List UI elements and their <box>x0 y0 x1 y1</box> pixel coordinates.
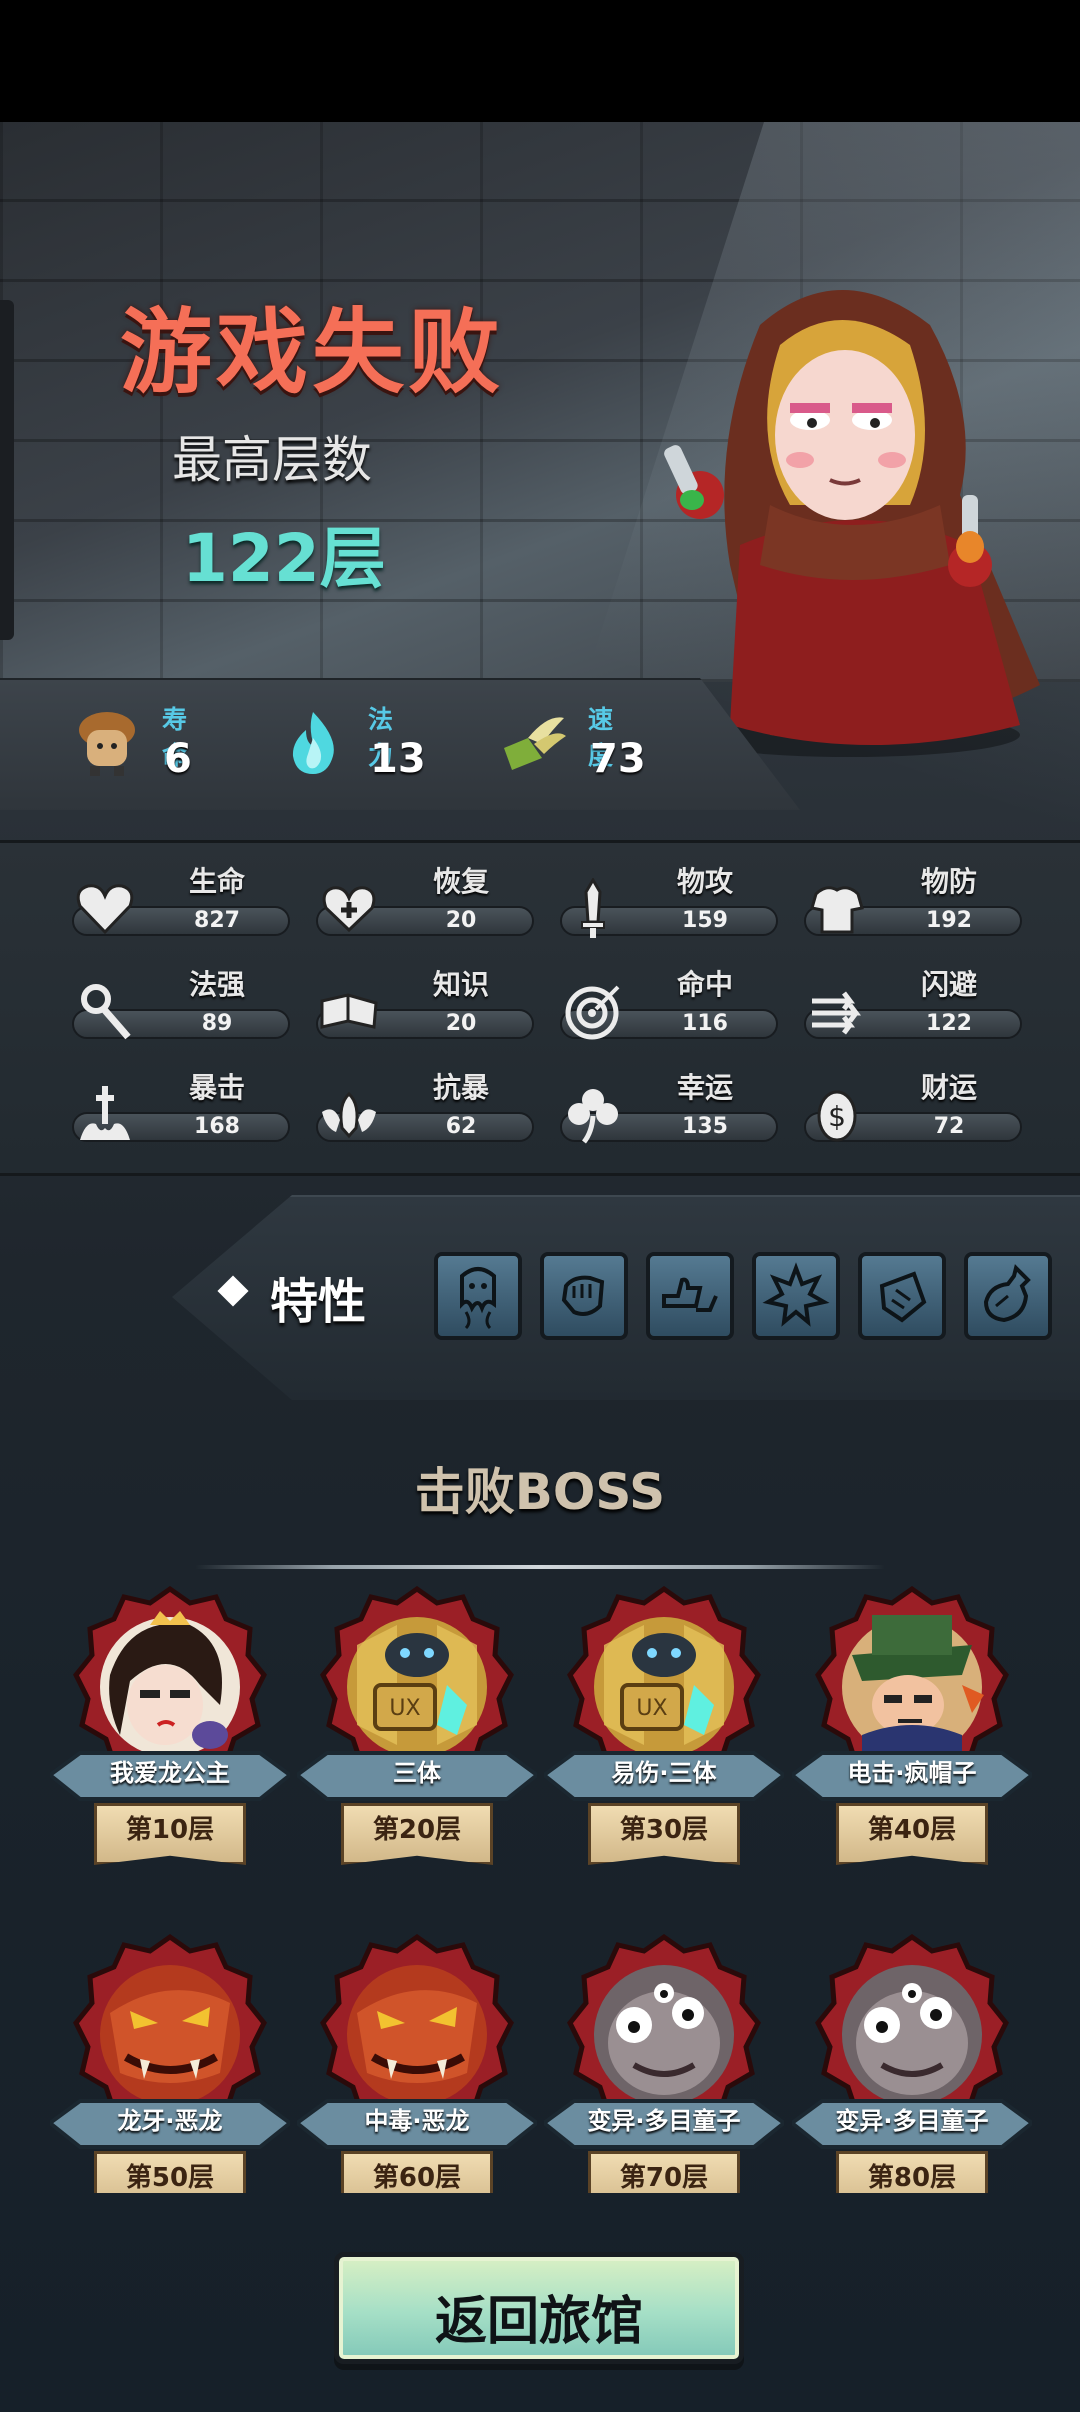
boss-card[interactable]: 中毒·恶龙 第60层 <box>297 1933 537 2193</box>
boss-floor: 第50层 <box>125 2163 215 2193</box>
svg-text:UX: UX <box>636 1696 667 1721</box>
return-button-label: 返回旅馆 <box>434 2292 643 2352</box>
stat-critical: 暴击 168 <box>72 1066 292 1146</box>
max-floor-value: 122层 <box>182 520 386 597</box>
stat-value: 72 <box>933 1114 965 1139</box>
stat-label: 知识 <box>432 968 489 1001</box>
game-over-title: 游戏失败 <box>120 299 505 406</box>
boss-floor: 第70层 <box>619 2163 709 2193</box>
boss-card[interactable]: 电击·疯帽子 第40层 <box>792 1585 1032 1905</box>
boss-name: 龙牙·恶龙 <box>117 2107 223 2135</box>
boss-card[interactable]: UX 易伤·三体 第30层 <box>544 1585 784 1905</box>
stat-value: 159 <box>682 908 728 933</box>
critical-sword-icon <box>80 1086 130 1140</box>
stat-label: 幸运 <box>676 1071 733 1104</box>
top-stat-value: 73 <box>590 736 646 782</box>
stat-value: 135 <box>682 1114 728 1139</box>
stat-value: 116 <box>682 1011 728 1036</box>
heal-heart-icon <box>322 886 376 933</box>
stat-label: 抗暴 <box>432 1071 489 1104</box>
dodge-arrows-icon <box>812 991 861 1035</box>
boss-name: 变异·多目童子 <box>587 2107 741 2135</box>
potion-bag-trait-icon[interactable] <box>858 1252 946 1340</box>
stat-evasion: 闪避 122 <box>804 963 1024 1043</box>
boss-name: 我爱龙公主 <box>110 1759 230 1787</box>
side-handle <box>0 300 14 640</box>
stat-label: 生命 <box>188 865 245 898</box>
top-stat-value: 6 <box>164 736 192 782</box>
stat-magic-power: 法强 89 <box>72 963 292 1043</box>
thumbs-trait-icon[interactable] <box>646 1252 734 1340</box>
book-icon <box>320 993 378 1029</box>
status-bar <box>0 0 1080 122</box>
stat-accuracy: 命中 116 <box>560 963 780 1043</box>
stat-luck: 幸运 135 <box>560 1066 780 1146</box>
game-over-screen: 游戏失败 最高层数 122层 寿命 6 法力 13 速度 73 生命 827 恢… <box>0 0 1080 2412</box>
stat-label: 物攻 <box>676 865 733 898</box>
boss-floor: 第60层 <box>372 2163 462 2193</box>
stat-label: 恢复 <box>432 865 489 898</box>
boss-name: 中毒·恶龙 <box>364 2107 470 2135</box>
magic-staff-icon <box>81 984 131 1040</box>
boss-floor: 第10层 <box>125 1815 215 1845</box>
defeated-boss-title: 击败BOSS <box>414 1463 666 1521</box>
boss-card[interactable]: 我爱龙公主 第10层 <box>50 1585 290 1905</box>
stat-value: 89 <box>201 1011 233 1036</box>
stat-knowledge: 知识 20 <box>316 963 536 1043</box>
stat-wealth: $ 财运 72 <box>804 1066 1024 1146</box>
traits-label: 特性 <box>270 1274 367 1330</box>
boss-card[interactable]: 变异·多目童子 第70层 <box>544 1933 784 2193</box>
boss-name: 变异·多目童子 <box>835 2107 989 2135</box>
stat-label: 物防 <box>920 865 977 898</box>
stat-label: 暴击 <box>188 1071 245 1104</box>
heart-icon <box>76 884 134 935</box>
stat-phys-attack: 物攻 159 <box>560 860 780 940</box>
stat-value: 62 <box>445 1114 477 1139</box>
winged-boot-icon <box>504 717 566 770</box>
splash-trait-icon[interactable] <box>752 1252 840 1340</box>
stat-hp: 生命 827 <box>72 860 292 940</box>
boss-floor: 第20层 <box>372 1815 462 1845</box>
stat-value: 20 <box>445 1011 477 1036</box>
stat-value: 122 <box>926 1011 972 1036</box>
sword-icon <box>581 878 605 938</box>
boss-card[interactable]: 龙牙·恶龙 第50层 <box>50 1933 290 2193</box>
max-floor-label: 最高层数 <box>172 431 372 489</box>
top-stat-value: 13 <box>370 736 426 782</box>
boss-floor: 第40层 <box>867 1815 957 1845</box>
clover-icon <box>568 1089 618 1144</box>
boss-name: 电击·疯帽子 <box>847 1759 977 1787</box>
ghost-trait-icon[interactable] <box>434 1252 522 1340</box>
stat-label: 闪避 <box>920 968 977 1001</box>
blue-flame-icon <box>292 712 334 774</box>
return-to-inn-button[interactable]: 返回旅馆 <box>334 2252 744 2364</box>
bottle-trait-icon[interactable] <box>964 1252 1052 1340</box>
boss-floor: 第30层 <box>619 1815 709 1845</box>
stat-label: 财运 <box>920 1071 977 1104</box>
boss-floor: 第80层 <box>867 2163 957 2193</box>
boss-card[interactable]: UX 三体 第20层 <box>297 1585 537 1905</box>
mushroom-hero-icon <box>79 712 135 776</box>
stat-label: 命中 <box>676 968 733 1001</box>
svg-text:$: $ <box>828 1100 846 1133</box>
stat-regen: 恢复 20 <box>316 860 536 940</box>
boss-name: 易伤·三体 <box>611 1759 717 1787</box>
stat-value: 20 <box>445 908 477 933</box>
stat-crit-resist: 抗暴 62 <box>316 1066 536 1146</box>
target-icon <box>565 985 620 1040</box>
stat-value: 827 <box>194 908 240 933</box>
stat-value: 192 <box>926 908 972 933</box>
boss-name: 三体 <box>393 1759 441 1787</box>
divider <box>195 1565 885 1569</box>
stat-phys-defense: 物防 192 <box>804 860 1024 940</box>
stat-label: 法强 <box>188 968 245 1001</box>
svg-text:UX: UX <box>389 1696 420 1721</box>
armor-icon <box>810 886 864 934</box>
fist-trait-icon[interactable] <box>540 1252 628 1340</box>
coin-icon: $ <box>817 1090 857 1142</box>
shield-wings-icon <box>322 1091 376 1139</box>
boss-card[interactable]: 变异·多目童子 第80层 <box>792 1933 1032 2193</box>
stat-value: 168 <box>194 1114 240 1139</box>
